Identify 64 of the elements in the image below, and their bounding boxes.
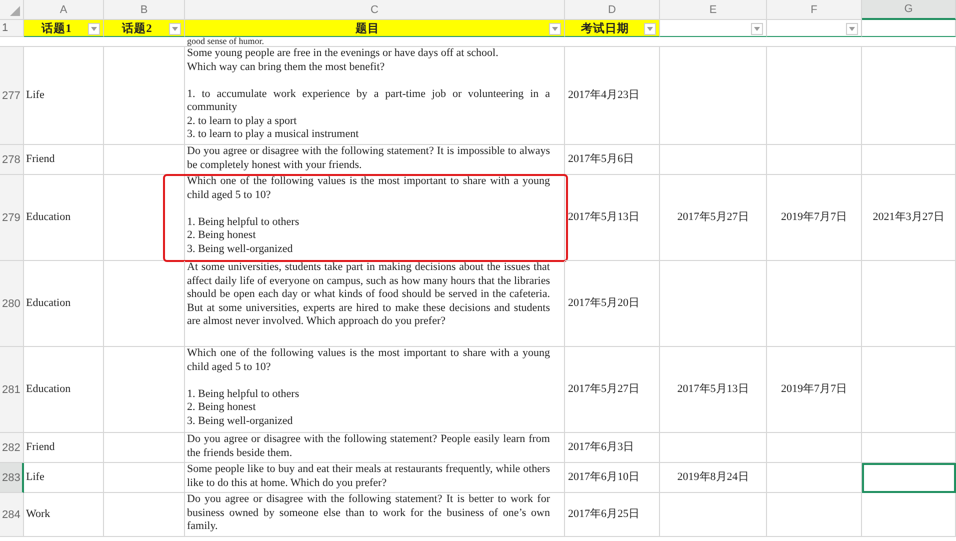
table-cell: Work [24, 493, 104, 537]
table-cell: 2017年5月13日 [565, 175, 660, 261]
header-label: 话题1 [42, 21, 72, 36]
caret-icon [91, 27, 97, 31]
filter-dropdown[interactable] [751, 23, 763, 35]
column-header[interactable]: A [24, 0, 104, 20]
table-cell: 2017年5月6日 [565, 145, 660, 175]
table-cell: 2017年6月25日 [565, 493, 660, 537]
row-number[interactable]: 282 [0, 433, 24, 463]
table-cell-text: good sense of humor. [186, 37, 265, 46]
row-number[interactable]: 283 [0, 463, 24, 493]
row-number[interactable]: 281 [0, 347, 24, 433]
table-cell: Education [24, 261, 104, 347]
row-number[interactable]: 279 [0, 175, 24, 261]
row-number[interactable]: 284 [0, 493, 24, 537]
table-cell: Education [24, 175, 104, 261]
table-cell: Some young people are free in the evenings or have days off at school. Which way can bring them the most benefit? 1. to accumulate work experience by a part-time job or volunteering in a community 2. to learn to play a sport 3. to learn to play a musical instrument [185, 47, 565, 145]
table-cell: 2017年4月23日 [565, 47, 660, 145]
filter-dropdown[interactable] [88, 23, 100, 35]
row-number[interactable]: 278 [0, 145, 24, 175]
row-number[interactable]: 277 [0, 47, 24, 145]
table-cell: 2021年3月27日 [862, 175, 956, 261]
row-number[interactable]: 280 [0, 261, 24, 347]
header-label: 话题2 [122, 21, 152, 36]
table-cell: Which one of the following values is the most important to share with a young child aged 5 to 10? 1. Being helpful to others 2. Being honest 3. Being well-organized [185, 347, 565, 433]
caret-icon [647, 27, 653, 31]
table-cell: 2017年5月13日 [660, 347, 767, 433]
table-cell: 2017年5月20日 [565, 261, 660, 347]
table-cell: Do you agree or disagree with the following statement? People easily learn from the friends beside them. [185, 433, 565, 463]
table-cell: Friend [24, 145, 104, 175]
header-label: 题目 [356, 22, 380, 36]
table-cell: Education [24, 347, 104, 433]
table-cell: 2017年5月27日 [565, 347, 660, 433]
table-cell: Which one of the following values is the most important to share with a young child aged 5 to 10? 1. Being helpful to others 2. Being honest 3. Being well-organized [185, 175, 565, 261]
table-cell: Life [24, 463, 104, 493]
filter-dropdown[interactable] [846, 23, 858, 35]
filter-dropdown[interactable] [644, 23, 656, 35]
table-cell: Some people like to buy and eat their meals at restaurants frequently, while others like to do this at home. Which do you prefer? [185, 463, 565, 493]
column-header[interactable]: F [767, 0, 862, 20]
caret-icon [754, 27, 760, 31]
table-cell: Friend [24, 433, 104, 463]
table-cell: 2017年5月27日 [660, 175, 767, 261]
column-header[interactable]: D [565, 0, 660, 20]
header-label: 考试日期 [581, 21, 629, 36]
column-header[interactable]: E [660, 0, 767, 20]
table-cell: 2019年7月7日 [767, 175, 862, 261]
table-cell: 2019年8月24日 [660, 463, 767, 493]
table-cell: Do you agree or disagree with the following statement? It is better to work for business owned by someone else than to work for the business of one’s own family. [185, 493, 565, 537]
column-header[interactable]: B [104, 0, 185, 20]
caret-icon [552, 27, 558, 31]
filter-dropdown[interactable] [169, 23, 181, 35]
column-header[interactable]: G [862, 0, 956, 20]
caret-icon [849, 27, 855, 31]
column-header[interactable]: C [185, 0, 565, 20]
select-all-icon[interactable] [10, 6, 20, 16]
table-cell: At some universities, students take part in making decisions about the issues that affect daily life of everyone on campus, such as how many hours that the libraries should be open each day or what kinds of food should be served in the cafeteria. But at some universities, experts are hired to make these decisions and students are almost never involved. Which approach do you prefer? [185, 261, 565, 347]
row-number[interactable]: 1 [0, 20, 24, 37]
filter-dropdown[interactable] [549, 23, 561, 35]
table-cell: 2017年6月3日 [565, 433, 660, 463]
table-cell: 2019年7月7日 [767, 347, 862, 433]
caret-icon [172, 27, 178, 31]
table-cell: 2017年6月10日 [565, 463, 660, 493]
table-cell: Life [24, 47, 104, 145]
table-cell: Do you agree or disagree with the following statement? It is impossible to always be completely honest with your friends. [185, 145, 565, 175]
